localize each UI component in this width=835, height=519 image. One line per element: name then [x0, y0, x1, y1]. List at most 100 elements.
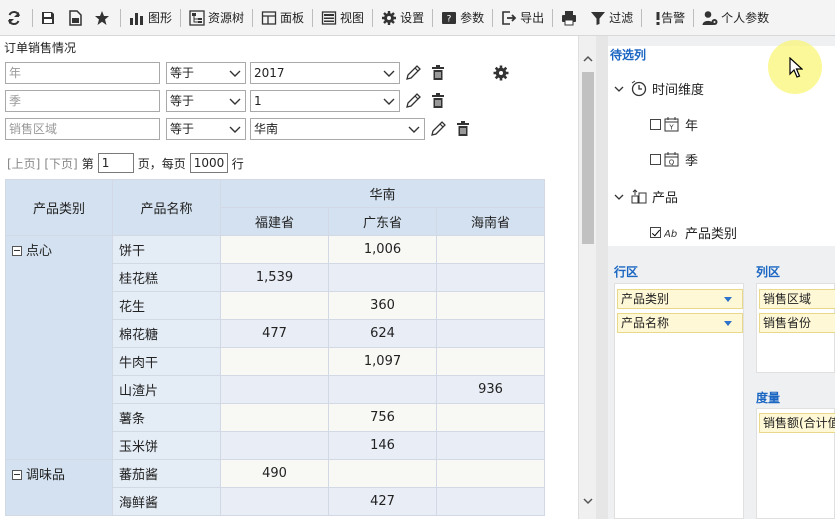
delete-trash-icon[interactable]	[429, 92, 447, 110]
save-as-button[interactable]	[63, 4, 90, 32]
view-button[interactable]: 视图	[316, 4, 369, 32]
tree-leaf-product-category[interactable]: Ab 产品类别	[650, 223, 737, 242]
product-cell: 薯条	[112, 403, 221, 432]
filter-field-input[interactable]: 年	[5, 62, 160, 84]
quarter-icon: Q	[664, 152, 679, 167]
filter-value: 1	[254, 94, 262, 108]
filter-value: 2017	[254, 66, 285, 80]
value-cell	[436, 487, 545, 516]
product-cell: 花生	[112, 291, 221, 320]
panel-button[interactable]: 面板	[256, 4, 309, 32]
edit-pencil-icon[interactable]	[404, 92, 422, 110]
scroll-down-arrow-icon[interactable]	[583, 496, 593, 506]
row-field-chip[interactable]: 产品类别	[617, 289, 743, 309]
value-cell	[436, 235, 545, 264]
user-parameter-button[interactable]: 个人参数	[697, 4, 774, 32]
toolbar-separator	[312, 8, 314, 27]
settings-button[interactable]: 设置	[376, 4, 429, 32]
scroll-up-arrow-icon[interactable]	[583, 54, 593, 64]
chip-label: 产品名称	[621, 316, 670, 330]
prev-page-link[interactable]: [上页]	[7, 155, 40, 172]
filter-operator-select[interactable]: 等于	[166, 118, 246, 140]
value-cell	[436, 431, 545, 460]
measure-area-dropzone[interactable]: 销售额(合计值	[756, 408, 835, 519]
filter-value-select[interactable]: 1	[250, 90, 400, 112]
svg-text:Y: Y	[668, 124, 674, 132]
filter-operator-select[interactable]: 等于	[166, 90, 246, 112]
header-region: 华南	[220, 179, 545, 208]
checkbox[interactable]	[650, 119, 661, 130]
collapse-toggle-icon[interactable]	[12, 470, 22, 480]
header-category: 产品类别	[5, 179, 113, 236]
column-field-chip[interactable]: 销售省份	[759, 313, 835, 333]
tree-leaf-label: 年	[685, 119, 699, 134]
edit-pencil-icon[interactable]	[404, 64, 422, 82]
delete-trash-icon[interactable]	[454, 120, 472, 138]
resource-tree-button[interactable]: 资源树	[184, 4, 249, 32]
category-cell[interactable]: 点心	[5, 235, 113, 460]
filter-operator-select[interactable]: 等于	[166, 62, 246, 84]
product-cell: 牛肉干	[112, 347, 221, 376]
tree-node-product[interactable]: 产品	[614, 187, 678, 206]
export-button[interactable]: 导出	[496, 4, 549, 32]
print-icon	[561, 10, 577, 26]
filter-value-select[interactable]: 华南	[250, 118, 425, 140]
chevron-down-icon[interactable]	[614, 192, 624, 202]
pane-splitter[interactable]	[596, 36, 608, 519]
chevron-down-icon	[229, 126, 241, 133]
category-cell[interactable]: 调味品	[5, 459, 113, 516]
dropdown-arrow-icon[interactable]	[724, 321, 732, 326]
measure-field-chip[interactable]: 销售额(合计值	[759, 413, 835, 433]
toolbar-separator	[432, 8, 434, 27]
panel-label: 面板	[280, 11, 305, 25]
refresh-button[interactable]	[2, 4, 29, 32]
next-page-link[interactable]: [下页]	[44, 155, 77, 172]
filter-field-input[interactable]: 销售区域	[5, 118, 160, 140]
checkbox[interactable]	[650, 154, 661, 165]
column-field-chip[interactable]: 销售区域	[759, 289, 835, 309]
alert-button[interactable]: 告警	[645, 4, 690, 32]
gear-icon[interactable]	[492, 64, 510, 82]
favorite-button[interactable]	[90, 4, 117, 32]
bar-chart-icon	[129, 10, 145, 26]
tree-node-label: 产品	[652, 191, 679, 206]
resource-tree-icon	[189, 9, 205, 26]
chart-button[interactable]: 图形	[124, 4, 177, 32]
toolbar-separator	[32, 8, 33, 27]
collapse-toggle-icon[interactable]	[12, 246, 22, 256]
header-province: 福建省	[220, 207, 329, 236]
toolbar: 图形 资源树 面板 视图 设置 ? 参数 导出 过滤 告警 个人参数	[0, 0, 835, 36]
tree-leaf-quarter[interactable]: Q 季	[650, 150, 698, 169]
scrollbar-thumb[interactable]	[582, 72, 594, 244]
toolbar-separator	[180, 8, 182, 27]
filter-button[interactable]: 过滤	[585, 4, 638, 32]
tree-leaf-year[interactable]: Y 年	[650, 115, 698, 134]
row-area-dropzone[interactable]: 产品类别 产品名称	[614, 283, 744, 519]
vertical-scrollbar[interactable]	[578, 36, 596, 519]
print-button[interactable]	[556, 4, 585, 32]
column-area-dropzone[interactable]: 销售区域 销售省份	[756, 283, 835, 373]
toolbar-separator	[120, 8, 121, 27]
value-cell: 1,097	[328, 347, 437, 376]
edit-pencil-icon[interactable]	[429, 120, 447, 138]
delete-trash-icon[interactable]	[429, 64, 447, 82]
page-number-input[interactable]: 1	[97, 153, 134, 173]
pivot-table: 产品类别 产品名称 华南 福建省 广东省 海南省 点心 饼干 1,006 桂花糕…	[5, 179, 545, 516]
product-cell: 饼干	[112, 235, 221, 264]
parameter-button[interactable]: ? 参数	[436, 4, 489, 32]
value-cell	[220, 487, 329, 516]
row-field-chip[interactable]: 产品名称	[617, 313, 743, 333]
chevron-down-icon	[383, 98, 395, 105]
save-button[interactable]	[36, 4, 63, 32]
filter-field-input[interactable]: 季	[5, 90, 160, 112]
filter-value-select[interactable]: 2017	[250, 62, 400, 84]
tree-leaf-label: 季	[685, 154, 699, 169]
save-icon	[40, 10, 56, 26]
chevron-down-icon[interactable]	[614, 84, 624, 94]
filter-operator-value: 等于	[170, 122, 195, 136]
chip-label: 销售区域	[763, 292, 812, 306]
tree-node-time-dimension[interactable]: 时间维度	[614, 79, 704, 98]
checkbox-checked[interactable]	[650, 227, 661, 238]
page-size-input[interactable]: 1000	[189, 153, 228, 173]
dropdown-arrow-icon[interactable]	[724, 297, 732, 302]
